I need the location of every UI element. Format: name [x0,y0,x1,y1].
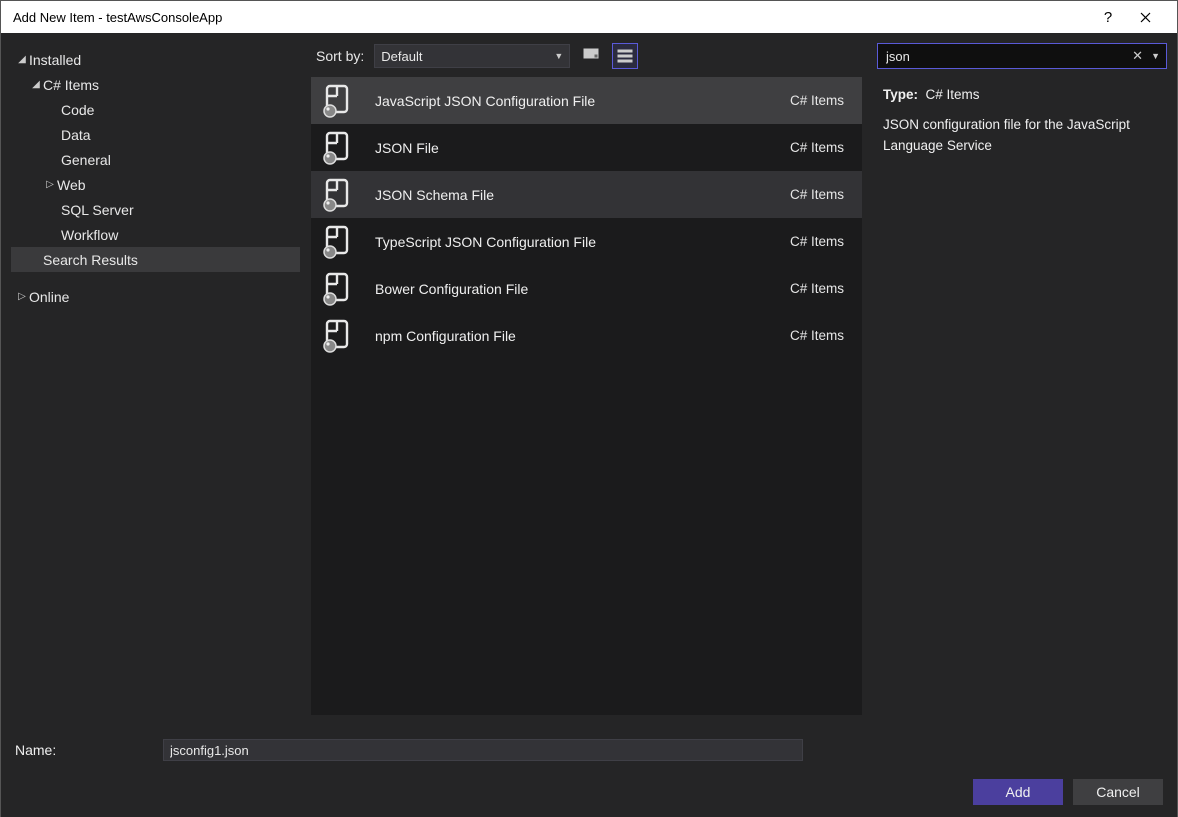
template-list: JavaScript JSON Configuration File C# It… [311,77,862,715]
name-label: Name: [15,742,163,758]
view-list-button[interactable] [612,43,638,69]
template-name: JSON Schema File [375,187,790,203]
tree-item-data[interactable]: Data [11,122,300,147]
add-button[interactable]: Add [973,779,1063,805]
chevron-down-icon: ◢ [15,54,29,65]
template-name: Bower Configuration File [375,281,790,297]
cancel-button[interactable]: Cancel [1073,779,1163,805]
template-category: C# Items [790,140,844,155]
chevron-down-icon: ▼ [554,51,563,61]
tree-item-sql-server[interactable]: SQL Server [11,197,300,222]
template-row[interactable]: Bower Configuration File C# Items [311,265,862,312]
template-name: JavaScript JSON Configuration File [375,93,790,109]
tree-item-general[interactable]: General [11,147,300,172]
view-grid-button[interactable] [578,43,604,69]
tree-label: General [61,152,111,168]
tree-item-web[interactable]: ▷ Web [11,172,300,197]
script-file-icon [321,225,355,259]
title-bar: Add New Item - testAwsConsoleApp ? [1,1,1177,33]
tree-label: SQL Server [61,202,134,218]
script-file-icon [321,84,355,118]
template-row[interactable]: JSON File C# Items [311,124,862,171]
close-button[interactable] [1123,2,1167,32]
tree-label: Installed [29,52,81,68]
template-category: C# Items [790,187,844,202]
template-category: C# Items [790,328,844,343]
tree-label: Web [57,177,86,193]
template-category: C# Items [790,234,844,249]
script-file-icon [321,319,355,353]
footer: Name: Add Cancel [1,721,1177,817]
template-row[interactable]: JSON Schema File C# Items [311,171,862,218]
clear-search-button[interactable]: ✕ [1126,48,1149,64]
window-title: Add New Item - testAwsConsoleApp [13,10,1093,25]
chevron-right-icon: ▷ [43,179,57,190]
type-label: Type: [883,87,918,102]
name-input[interactable] [163,739,803,761]
template-description: JSON configuration file for the JavaScri… [883,115,1161,156]
tree-label: C# Items [43,77,99,93]
help-button[interactable]: ? [1093,2,1123,32]
tree-label: Code [61,102,94,118]
sort-value: Default [381,49,422,64]
category-tree: ◢ Installed ◢ C# Items Code Data General… [1,33,308,721]
tree-online[interactable]: ▷ Online [11,284,300,309]
template-row[interactable]: JavaScript JSON Configuration File C# It… [311,77,862,124]
template-name: TypeScript JSON Configuration File [375,234,790,250]
search-input[interactable] [886,49,1126,64]
tree-item-code[interactable]: Code [11,97,300,122]
tree-item-workflow[interactable]: Workflow [11,222,300,247]
search-box[interactable]: ✕ ▼ [877,43,1167,69]
tree-installed[interactable]: ◢ Installed [11,47,300,72]
script-file-icon [321,131,355,165]
tree-label: Data [61,127,91,143]
script-file-icon [321,178,355,212]
search-dropdown-button[interactable]: ▼ [1149,51,1162,61]
template-row[interactable]: TypeScript JSON Configuration File C# It… [311,218,862,265]
tree-label: Online [29,289,69,305]
type-value: C# Items [926,87,980,102]
template-name: npm Configuration File [375,328,790,344]
type-row: Type: C# Items [883,85,1161,105]
template-row[interactable]: npm Configuration File C# Items [311,312,862,359]
chevron-down-icon: ◢ [29,79,43,90]
sort-by-label: Sort by: [316,48,366,64]
template-name: JSON File [375,140,790,156]
tree-label: Search Results [43,252,138,268]
details-panel: ✕ ▼ Type: C# Items JSON configuration fi… [867,33,1177,721]
tree-csharp-items[interactable]: ◢ C# Items [11,72,300,97]
tree-search-results[interactable]: Search Results [11,247,300,272]
sort-toolbar: Sort by: Default ▼ [308,33,867,71]
tree-label: Workflow [61,227,118,243]
script-file-icon [321,272,355,306]
template-category: C# Items [790,281,844,296]
template-category: C# Items [790,93,844,108]
chevron-right-icon: ▷ [15,291,29,302]
sort-by-combo[interactable]: Default ▼ [374,44,570,68]
